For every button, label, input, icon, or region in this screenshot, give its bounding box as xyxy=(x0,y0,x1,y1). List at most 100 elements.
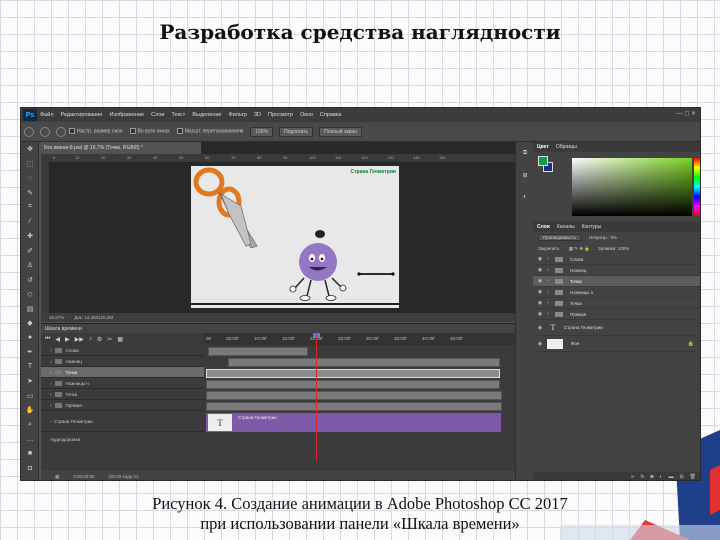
zoom-status[interactable]: 16,67% xyxy=(49,315,64,320)
menu-select[interactable]: Выделение xyxy=(192,112,221,118)
expand-arrow-icon[interactable]: › xyxy=(547,311,555,317)
timeline-track-selected[interactable]: › Точки xyxy=(41,367,204,378)
visibility-eye-icon[interactable]: ◉ xyxy=(533,278,547,284)
brush-tool-icon[interactable]: ✐ xyxy=(21,244,39,259)
layer-row[interactable]: ◉ › Прямая xyxy=(533,309,700,320)
eraser-tool-icon[interactable]: ◇ xyxy=(21,287,39,302)
menu-view[interactable]: Просмотр xyxy=(268,112,293,118)
visibility-eye-icon[interactable]: ◉ xyxy=(533,300,547,306)
crop-tool-icon[interactable]: ⌗ xyxy=(21,200,39,215)
expand-arrow-icon[interactable]: › xyxy=(50,370,52,375)
layer-style-icon[interactable]: fx xyxy=(640,474,644,480)
hand-tool-icon[interactable]: ✋ xyxy=(21,403,39,418)
clip-bar[interactable] xyxy=(228,358,500,367)
audio-icon[interactable]: ♪ xyxy=(89,336,92,342)
transition-icon[interactable]: ▦ xyxy=(117,336,123,343)
shape-tool-icon[interactable]: ▭ xyxy=(21,389,39,404)
clip-bar[interactable] xyxy=(206,391,502,400)
quick-select-tool-icon[interactable]: ✎ xyxy=(21,186,39,201)
new-group-icon[interactable]: ▬ xyxy=(668,474,673,480)
stamp-tool-icon[interactable]: ♙ xyxy=(21,258,39,273)
new-layer-icon[interactable]: ⊞ xyxy=(679,474,683,480)
fit-screen-button[interactable]: Подогнать xyxy=(279,126,314,137)
scrubby-zoom-option[interactable]: Масшт. перетаскиванием xyxy=(176,128,243,135)
visibility-eye-icon[interactable]: ◉ xyxy=(533,256,547,262)
color-swatches-icon[interactable]: ■ xyxy=(21,447,39,462)
zoom-in-icon[interactable] xyxy=(40,126,50,137)
expand-arrow-icon[interactable]: › xyxy=(547,256,555,262)
tab-channels[interactable]: Каналы xyxy=(557,224,575,230)
all-windows-option[interactable]: Во всех окнах xyxy=(129,128,170,135)
fill-screen-button[interactable]: Полный экран xyxy=(319,126,362,137)
quick-mask-icon[interactable]: ◘ xyxy=(21,461,39,476)
pen-tool-icon[interactable]: ✒ xyxy=(21,345,39,360)
visibility-eye-icon[interactable]: ◉ xyxy=(533,325,547,331)
more-tools-icon[interactable]: … xyxy=(21,432,39,447)
go-first-frame-icon[interactable]: ⏮ xyxy=(45,336,50,343)
window-controls[interactable]: — ◻ ✕ xyxy=(677,110,696,117)
menu-filter[interactable]: Фильтр xyxy=(228,112,246,118)
play-icon[interactable]: ▶ xyxy=(65,336,70,343)
properties-panel-icon[interactable]: ⊞ xyxy=(516,164,534,186)
blur-tool-icon[interactable]: ◆ xyxy=(21,316,39,331)
visibility-eye-icon[interactable]: ◉ xyxy=(533,289,547,295)
expand-arrow-icon[interactable]: › xyxy=(547,267,555,273)
timeline-track[interactable]: › Точка xyxy=(41,389,204,400)
tab-color[interactable]: Цвет xyxy=(537,144,549,150)
type-tool-icon[interactable]: T xyxy=(21,360,39,375)
healing-tool-icon[interactable]: ✚ xyxy=(21,229,39,244)
settings-icon[interactable]: ⚙ xyxy=(97,336,102,343)
adjustments-panel-icon[interactable]: ◐ xyxy=(516,186,534,208)
menu-3d[interactable]: 3D xyxy=(254,112,261,118)
history-brush-tool-icon[interactable]: ↺ xyxy=(21,273,39,288)
layer-row[interactable]: ◉ T Страна Геометрии xyxy=(533,320,700,336)
visibility-eye-icon[interactable]: ◉ xyxy=(533,267,547,273)
menu-image[interactable]: Изображение xyxy=(109,112,144,118)
eyedropper-tool-icon[interactable]: ⁄ xyxy=(21,215,39,230)
layer-row[interactable]: ◉ › Точка xyxy=(533,298,700,309)
layer-row[interactable]: ◉ › Слова xyxy=(533,254,700,265)
menu-layers[interactable]: Слои xyxy=(151,112,164,118)
visibility-eye-icon[interactable]: ◉ xyxy=(533,341,547,347)
menu-file[interactable]: Файл xyxy=(40,112,54,118)
move-tool-icon[interactable]: ✥ xyxy=(21,142,39,157)
foreground-color-swatch[interactable] xyxy=(538,156,548,166)
adjustment-layer-icon[interactable]: ◐ xyxy=(659,474,662,480)
document-tab[interactable]: Без имени-8.psd @ 16,7% (Точки, RGB/8) * xyxy=(41,142,201,154)
timeline-title[interactable]: Шкала времени xyxy=(45,326,82,332)
menu-edit[interactable]: Редактирование xyxy=(61,112,103,118)
timeline-text-track[interactable]: › Страна Геометрии xyxy=(41,411,204,432)
lock-icons[interactable]: ▦ ✎ ✥ 🔒 xyxy=(569,246,590,252)
marquee-tool-icon[interactable]: ⬚ xyxy=(21,157,39,172)
layer-row-background[interactable]: ◉ Фон 🔒 xyxy=(533,336,700,352)
zoom-tool-side-icon[interactable]: ⌕ xyxy=(21,418,39,433)
clip-bar[interactable] xyxy=(206,380,500,389)
saturation-value-field[interactable] xyxy=(572,158,692,216)
timeline-track[interactable]: › Ножницы н xyxy=(41,378,204,389)
link-layers-icon[interactable]: ∞ xyxy=(631,474,635,480)
timeline-ruler[interactable]: 00 05:00f 10:00f 15:00f 20:00f 25:00f 30… xyxy=(204,333,515,345)
layer-row-selected[interactable]: ◉ › Точки xyxy=(533,276,700,287)
timeline-track[interactable]: › Слова xyxy=(41,345,204,356)
split-icon[interactable]: ✂ xyxy=(107,336,112,343)
menu-help[interactable]: Справка xyxy=(320,112,342,118)
blend-mode-select[interactable]: Проницаемость xyxy=(538,234,582,241)
add-mask-icon[interactable]: ◙ xyxy=(650,474,653,480)
convert-frames-icon[interactable]: ▦ xyxy=(55,474,59,480)
zoom-out-icon[interactable] xyxy=(56,126,66,137)
all-windows-checkbox[interactable] xyxy=(129,128,136,135)
expand-arrow-icon[interactable]: › xyxy=(50,419,52,424)
text-clip-bar[interactable]: T Страна Геометрии xyxy=(206,413,501,432)
expand-arrow-icon[interactable]: › xyxy=(50,403,52,408)
scrubby-zoom-checkbox[interactable] xyxy=(176,128,183,135)
expand-arrow-icon[interactable]: › xyxy=(50,359,52,364)
resize-windows-option[interactable]: Настр. размер окон xyxy=(69,128,123,135)
path-select-tool-icon[interactable]: ➤ xyxy=(21,374,39,389)
menu-type[interactable]: Текст xyxy=(171,112,185,118)
tab-paths[interactable]: Контуры xyxy=(582,224,602,230)
lasso-tool-icon[interactable]: ◌ xyxy=(21,171,39,186)
clip-bar-selected[interactable] xyxy=(206,369,500,378)
delete-layer-icon[interactable]: 🗑 xyxy=(690,474,696,480)
timeline-track[interactable]: › Прямая xyxy=(41,400,204,411)
dodge-tool-icon[interactable]: ● xyxy=(21,331,39,346)
